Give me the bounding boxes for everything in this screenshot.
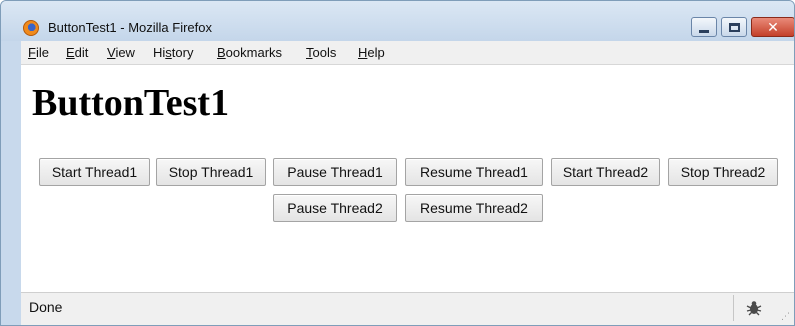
stop-thread1-button[interactable]: Stop Thread1 bbox=[156, 158, 266, 186]
menu-file[interactable]: File bbox=[28, 45, 49, 60]
bug-icon[interactable] bbox=[745, 299, 763, 317]
resume-thread1-button[interactable]: Resume Thread1 bbox=[405, 158, 543, 186]
minimize-icon bbox=[699, 29, 709, 33]
window-title: ButtonTest1 - Mozilla Firefox bbox=[48, 20, 213, 35]
pause-thread1-button[interactable]: Pause Thread1 bbox=[273, 158, 397, 186]
status-divider bbox=[733, 295, 734, 321]
menu-history[interactable]: History bbox=[153, 45, 193, 60]
maximize-icon bbox=[728, 22, 740, 32]
menu-help[interactable]: Help bbox=[358, 45, 385, 60]
resize-grip-icon[interactable]: ⋰ bbox=[781, 311, 790, 322]
menu-bookmarks[interactable]: Bookmarks bbox=[217, 45, 282, 60]
menu-edit[interactable]: Edit bbox=[66, 45, 88, 60]
stop-thread2-button[interactable]: Stop Thread2 bbox=[668, 158, 778, 186]
page-content: ButtonTest1 Start Thread1 Stop Thread1 P… bbox=[21, 65, 794, 292]
browser-window: ButtonTest1 - Mozilla Firefox ✕ File Edi… bbox=[0, 0, 795, 326]
close-button[interactable]: ✕ bbox=[751, 17, 794, 37]
menu-view[interactable]: View bbox=[107, 45, 135, 60]
minimize-button[interactable] bbox=[691, 17, 717, 37]
title-bar[interactable]: ButtonTest1 - Mozilla Firefox ✕ bbox=[1, 1, 794, 41]
start-thread1-button[interactable]: Start Thread1 bbox=[39, 158, 150, 186]
status-text: Done bbox=[29, 299, 63, 315]
maximize-button[interactable] bbox=[721, 17, 747, 37]
menu-bar: File Edit View History Bookmarks Tools H… bbox=[21, 41, 794, 65]
firefox-icon bbox=[23, 20, 39, 36]
status-bar: Done ⋰ bbox=[21, 292, 794, 325]
menu-tools[interactable]: Tools bbox=[306, 45, 336, 60]
page-title: ButtonTest1 bbox=[32, 82, 230, 124]
start-thread2-button[interactable]: Start Thread2 bbox=[551, 158, 660, 186]
resume-thread2-button[interactable]: Resume Thread2 bbox=[405, 194, 543, 222]
pause-thread2-button[interactable]: Pause Thread2 bbox=[273, 194, 397, 222]
close-icon: ✕ bbox=[767, 19, 779, 35]
